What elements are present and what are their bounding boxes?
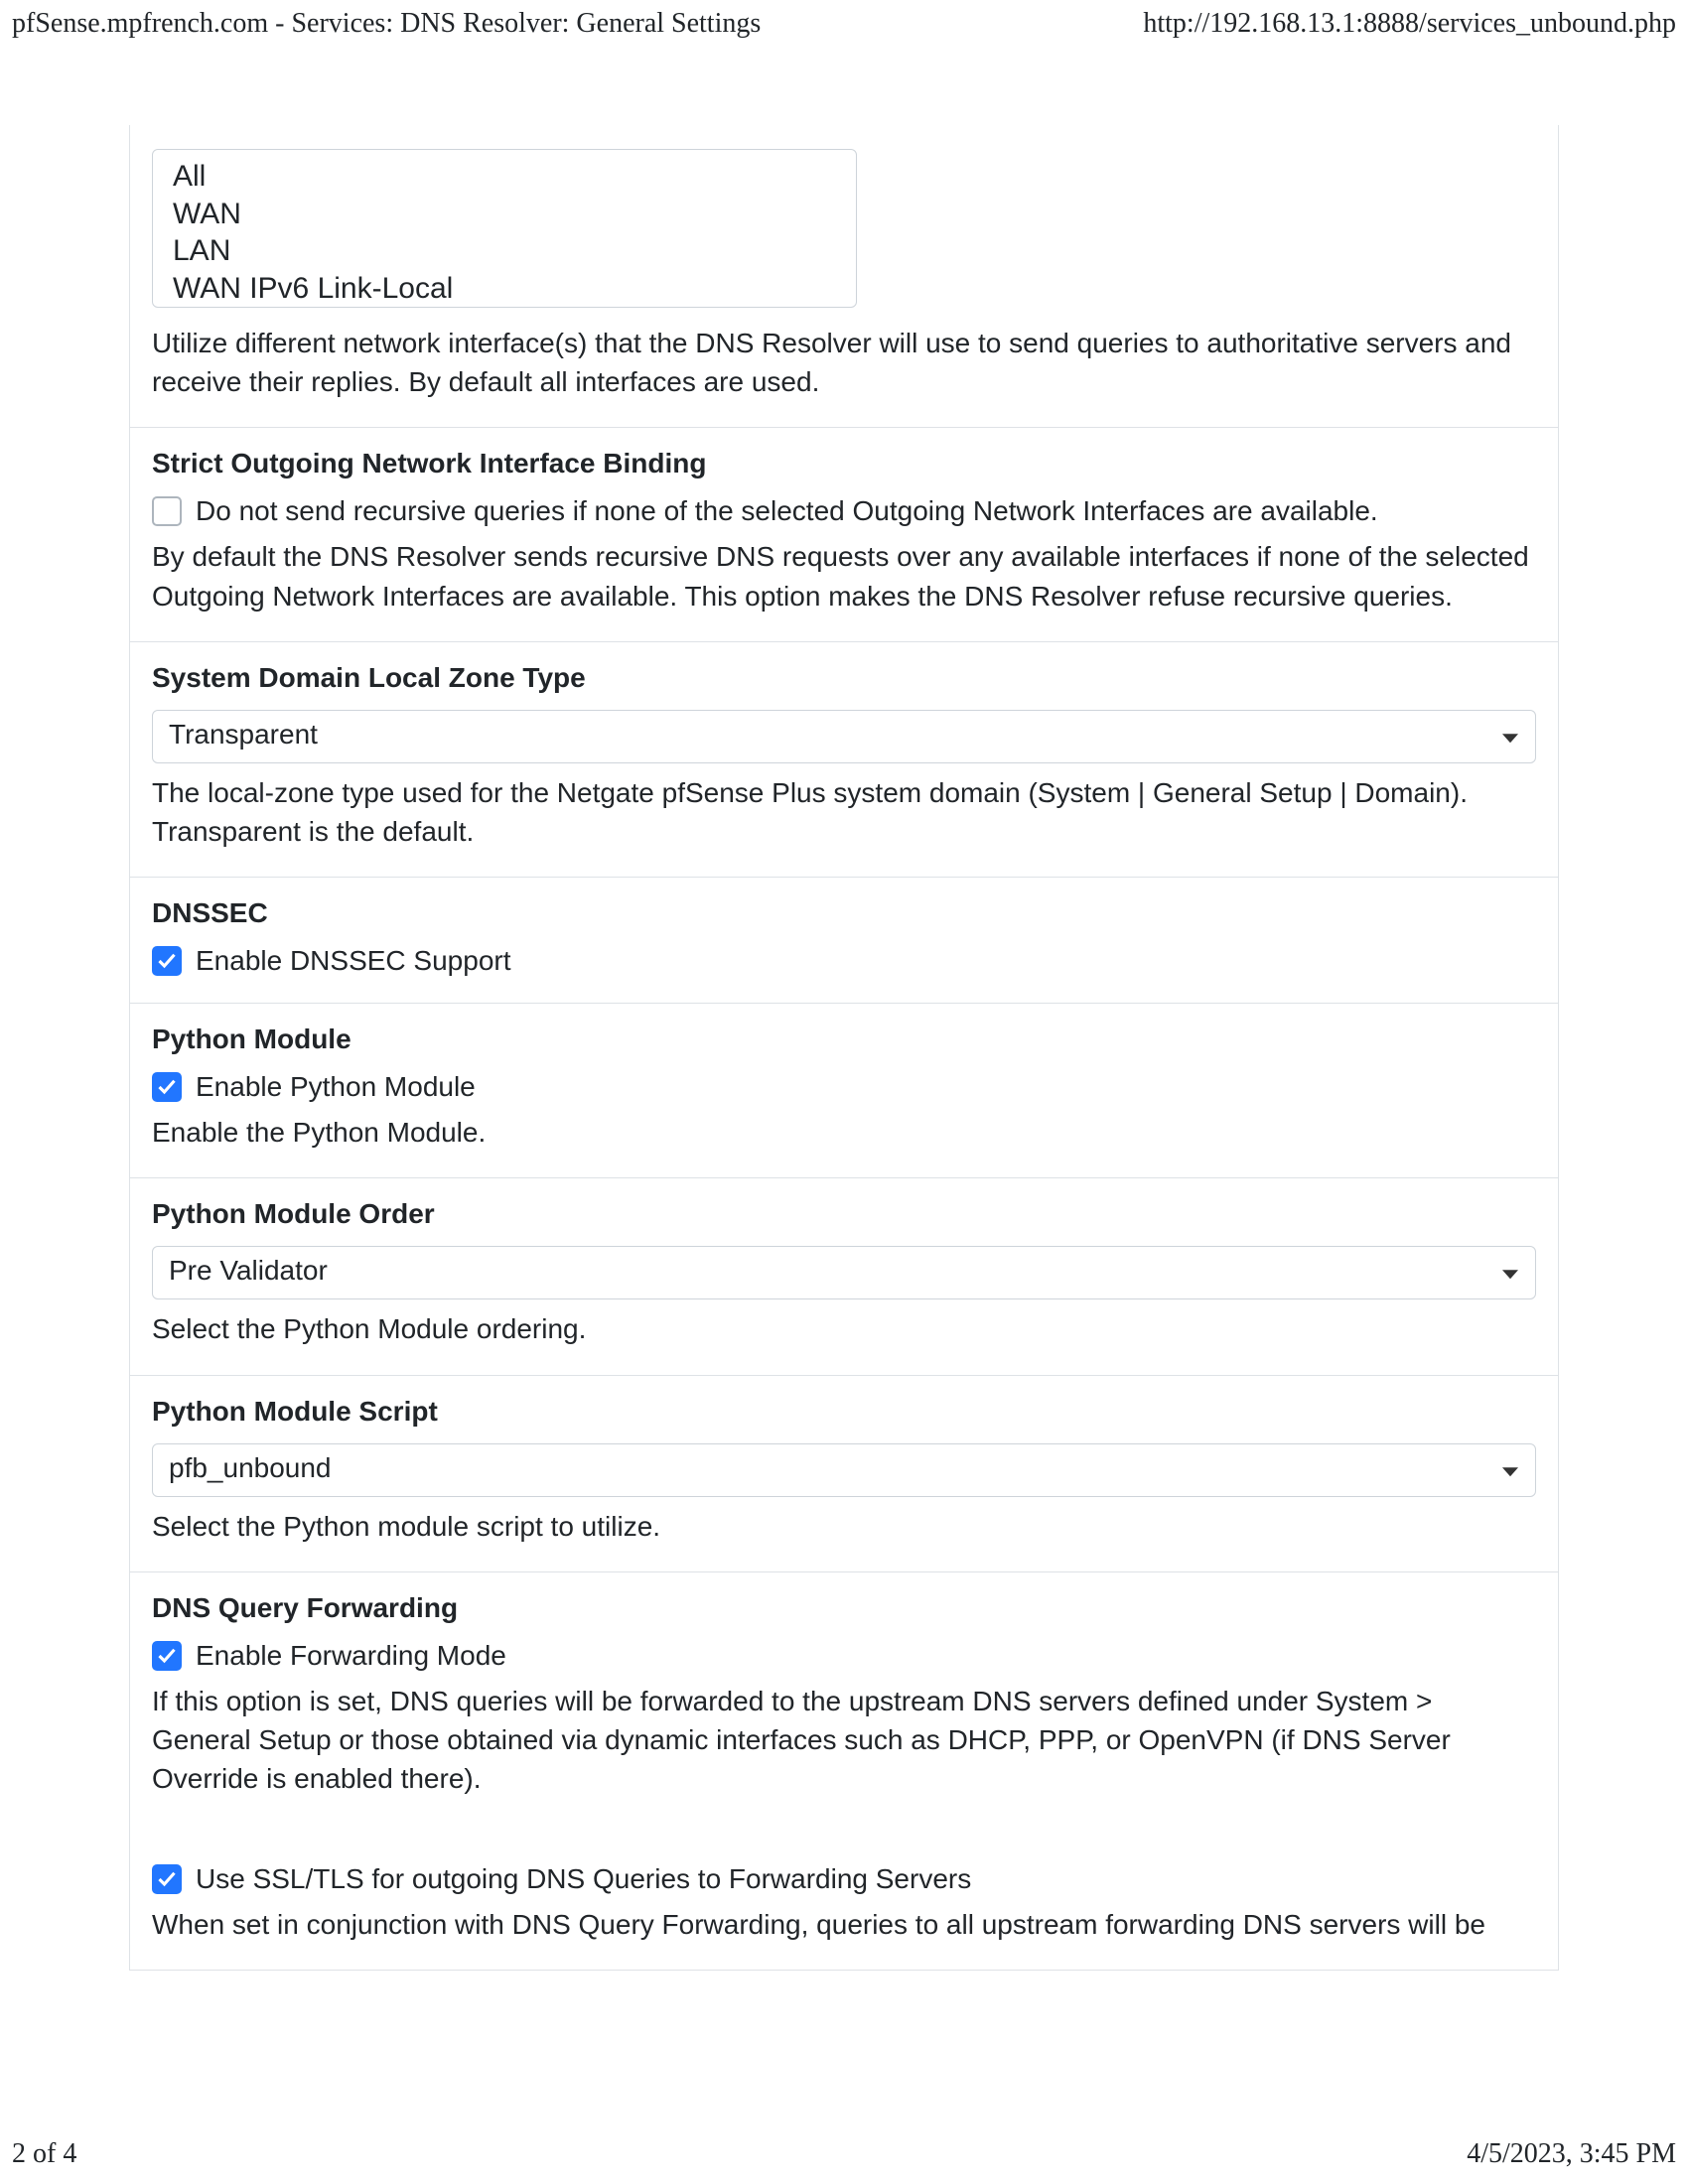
python-module-chk-label: Enable Python Module (196, 1071, 476, 1103)
python-order-select[interactable]: Pre Validator (152, 1246, 1536, 1299)
ssl-tls-chk-label: Use SSL/TLS for outgoing DNS Queries to … (196, 1863, 971, 1895)
list-item[interactable]: LAN (173, 232, 848, 270)
python-order-label: Python Module Order (152, 1198, 1536, 1230)
check-icon (157, 951, 177, 971)
settings-panel: All WAN LAN WAN IPv6 Link-Local LAN IPv6… (129, 125, 1559, 1971)
ssl-tls-checkbox[interactable] (152, 1864, 182, 1894)
python-module-label: Python Module (152, 1024, 1536, 1055)
section-ssl-tls: Use SSL/TLS for outgoing DNS Queries to … (130, 1824, 1558, 1970)
section-python-order: Python Module Order Pre Validator Select… (130, 1177, 1558, 1374)
outgoing-help: Utilize different network interface(s) t… (152, 324, 1536, 401)
dns-forwarding-chk-label: Enable Forwarding Mode (196, 1640, 506, 1672)
ssl-tls-help: When set in conjunction with DNS Query F… (152, 1905, 1536, 1944)
dnssec-chk-label: Enable DNSSEC Support (196, 945, 511, 977)
local-zone-help: The local-zone type used for the Netgate… (152, 773, 1536, 851)
local-zone-label: System Domain Local Zone Type (152, 662, 1536, 694)
dnssec-checkbox[interactable] (152, 946, 182, 976)
check-icon (157, 1077, 177, 1097)
dns-forwarding-checkbox[interactable] (152, 1641, 182, 1671)
python-script-select[interactable]: pfb_unbound (152, 1443, 1536, 1497)
outgoing-interfaces-select[interactable]: All WAN LAN WAN IPv6 Link-Local LAN IPv6… (152, 149, 857, 308)
python-script-label: Python Module Script (152, 1396, 1536, 1428)
strict-binding-help: By default the DNS Resolver sends recurs… (152, 537, 1536, 614)
dnssec-label: DNSSEC (152, 897, 1536, 929)
print-date: 4/5/2023, 3:45 PM (1467, 2138, 1676, 2170)
check-icon (157, 1646, 177, 1666)
section-local-zone: System Domain Local Zone Type Transparen… (130, 641, 1558, 877)
python-script-help: Select the Python module script to utili… (152, 1507, 1536, 1546)
strict-binding-chk-label: Do not send recursive queries if none of… (196, 495, 1378, 527)
section-strict-binding: Strict Outgoing Network Interface Bindin… (130, 427, 1558, 640)
section-dnssec: DNSSEC Enable DNSSEC Support (130, 877, 1558, 1003)
print-footer: 2 of 4 4/5/2023, 3:45 PM (12, 2138, 1676, 2170)
local-zone-select[interactable]: Transparent (152, 710, 1536, 763)
python-module-checkbox[interactable] (152, 1072, 182, 1102)
section-outgoing-interfaces: All WAN LAN WAN IPv6 Link-Local LAN IPv6… (130, 125, 1558, 427)
strict-binding-label: Strict Outgoing Network Interface Bindin… (152, 448, 1536, 479)
section-dns-forwarding: DNS Query Forwarding Enable Forwarding M… (130, 1571, 1558, 1825)
print-header: pfSense.mpfrench.com - Services: DNS Res… (0, 0, 1688, 46)
list-item[interactable]: WAN (173, 196, 848, 233)
dns-forwarding-label: DNS Query Forwarding (152, 1592, 1536, 1624)
header-title: pfSense.mpfrench.com - Services: DNS Res… (12, 8, 761, 40)
dns-forwarding-help: If this option is set, DNS queries will … (152, 1682, 1536, 1799)
check-icon (157, 1869, 177, 1889)
section-python-script: Python Module Script pfb_unbound Select … (130, 1375, 1558, 1571)
list-item[interactable]: All (173, 158, 848, 196)
strict-binding-checkbox[interactable] (152, 496, 182, 526)
list-item[interactable]: WAN IPv6 Link-Local (173, 270, 848, 308)
list-item[interactable]: LAN IPv6 Link-Local (173, 307, 848, 308)
section-python-module: Python Module Enable Python Module Enabl… (130, 1003, 1558, 1177)
python-module-help: Enable the Python Module. (152, 1113, 1536, 1152)
header-url: http://192.168.13.1:8888/services_unboun… (1143, 8, 1676, 40)
python-order-help: Select the Python Module ordering. (152, 1309, 1536, 1348)
page-number: 2 of 4 (12, 2138, 76, 2170)
